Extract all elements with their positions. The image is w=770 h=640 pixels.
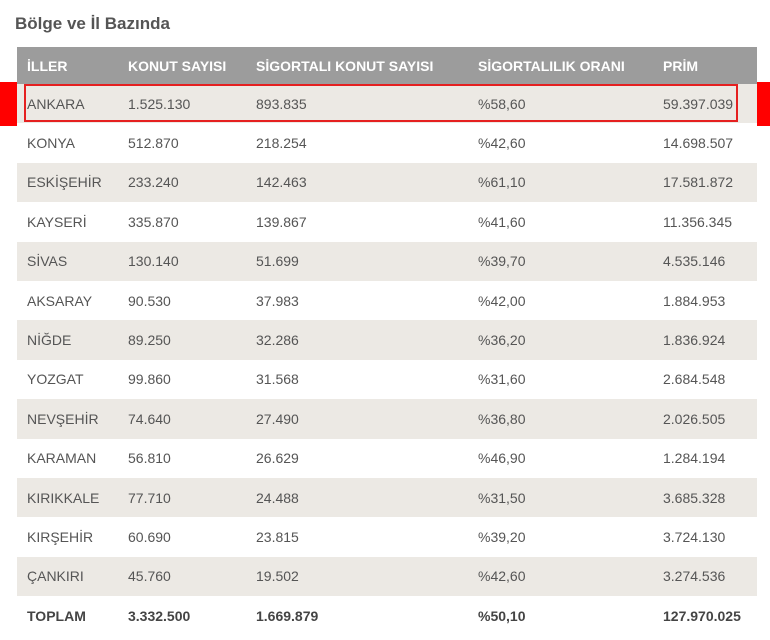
cell-insured-housing-count: 32.286 (256, 332, 299, 349)
table-row: KARAMAN 56.810 26.629 %46,90 1.284.194 (17, 438, 757, 478)
cell-province: KARAMAN (27, 450, 97, 467)
cell-premium: 2.684.548 (663, 371, 726, 388)
cell-province: AKSARAY (27, 292, 93, 309)
cell-insured-housing-count: 51.699 (256, 253, 299, 270)
table-row: ANKARA 1.525.130 893.835 %58,60 59.397.039 (17, 84, 757, 124)
cell-housing-count: 233.240 (128, 174, 179, 191)
total-insured-housing-count: 1.669.879 (256, 607, 319, 624)
cell-insurance-rate: %46,90 (478, 450, 526, 467)
table-row: ÇANKIRI 45.760 19.502 %42,60 3.274.536 (17, 556, 757, 597)
cell-housing-count: 90.530 (128, 292, 171, 309)
cell-province: KIRIKKALE (27, 489, 100, 506)
cell-province: KAYSERİ (27, 213, 87, 230)
table-header-row: İLLER KONUT SAYISI SİGORTALI KONUT SAYIS… (17, 47, 757, 84)
table-row: KAYSERİ 335.870 139.867 %41,60 11.356.345 (17, 202, 757, 242)
cell-premium: 11.356.345 (663, 213, 733, 230)
header-cell-provinces: İLLER (27, 57, 68, 74)
cell-insurance-rate: %42,00 (478, 292, 526, 309)
cell-province: SİVAS (27, 253, 68, 270)
province-table: İLLER KONUT SAYISI SİGORTALI KONUT SAYIS… (17, 47, 757, 636)
table-row: AKSARAY 90.530 37.983 %42,00 1.884.953 (17, 280, 757, 321)
cell-housing-count: 89.250 (128, 332, 171, 349)
cell-insurance-rate: %31,60 (478, 371, 526, 388)
total-label: TOPLAM (27, 607, 86, 624)
cell-insurance-rate: %42,60 (478, 135, 526, 152)
header-cell-insured-housing-count: SİGORTALI KONUT SAYISI (256, 57, 434, 74)
cell-province: KONYA (27, 135, 75, 152)
cell-housing-count: 99.860 (128, 371, 171, 388)
table-total-row: TOPLAM 3.332.500 1.669.879 %50,10 127.97… (17, 596, 757, 636)
total-insurance-rate: %50,10 (478, 607, 526, 624)
cell-premium: 1.284.194 (663, 450, 726, 467)
cell-housing-count: 1.525.130 (128, 95, 191, 112)
cell-housing-count: 335.870 (128, 213, 179, 230)
cell-insured-housing-count: 139.867 (256, 213, 307, 230)
header-cell-housing-count: KONUT SAYISI (128, 57, 227, 74)
cell-premium: 1.836.924 (663, 332, 726, 349)
table-row: NEVŞEHİR 74.640 27.490 %36,80 2.026.505 (17, 399, 757, 439)
cell-insured-housing-count: 23.815 (256, 528, 299, 545)
cell-housing-count: 130.140 (128, 253, 179, 270)
cell-province: NİĞDE (27, 332, 72, 349)
cell-housing-count: 77.710 (128, 489, 171, 506)
cell-premium: 3.274.536 (663, 568, 726, 585)
cell-insurance-rate: %39,20 (478, 528, 526, 545)
cell-premium: 14.698.507 (663, 135, 734, 152)
table-row: KIRIKKALE 77.710 24.488 %31,50 3.685.328 (17, 477, 757, 518)
cell-premium: 1.884.953 (663, 292, 726, 309)
cell-insurance-rate: %36,80 (478, 410, 526, 427)
total-premium: 127.970.025 (663, 607, 741, 624)
cell-province: KIRŞEHİR (27, 528, 94, 545)
cell-housing-count: 60.690 (128, 528, 171, 545)
cell-insurance-rate: %36,20 (478, 332, 526, 349)
cell-insurance-rate: %58,60 (478, 95, 526, 112)
cell-premium: 3.685.328 (663, 489, 726, 506)
cell-housing-count: 56.810 (128, 450, 171, 467)
cell-housing-count: 74.640 (128, 410, 171, 427)
cell-insured-housing-count: 27.490 (256, 410, 299, 427)
cell-premium: 3.724.130 (663, 528, 726, 545)
header-cell-insurance-rate: SİGORTALILIK ORANI (478, 57, 625, 74)
cell-insurance-rate: %61,10 (478, 174, 526, 191)
table-row: KONYA 512.870 218.254 %42,60 14.698.507 (17, 123, 757, 163)
cell-housing-count: 512.870 (128, 135, 179, 152)
cell-premium: 4.535.146 (663, 253, 726, 270)
cell-insurance-rate: %39,70 (478, 253, 526, 270)
table-row: YOZGAT 99.860 31.568 %31,60 2.684.548 (17, 359, 757, 400)
cell-insurance-rate: %31,50 (478, 489, 526, 506)
cell-province: ESKİŞEHİR (27, 174, 102, 191)
cell-premium: 17.581.872 (663, 174, 734, 191)
cell-housing-count: 45.760 (128, 568, 171, 585)
cell-premium: 2.026.505 (663, 410, 726, 427)
cell-province: ANKARA (27, 95, 85, 112)
table-row: KIRŞEHİR 60.690 23.815 %39,20 3.724.130 (17, 517, 757, 557)
cell-premium: 59.397.039 (663, 95, 734, 112)
header-cell-premium: PRİM (663, 57, 698, 74)
cell-province: NEVŞEHİR (27, 410, 99, 427)
total-housing-count: 3.332.500 (128, 607, 191, 624)
cell-insurance-rate: %41,60 (478, 213, 526, 230)
table-row: NİĞDE 89.250 32.286 %36,20 1.836.924 (17, 320, 757, 360)
cell-province: ÇANKIRI (27, 568, 84, 585)
cell-insurance-rate: %42,60 (478, 568, 526, 585)
section-title: Bölge ve İl Bazında (15, 14, 170, 33)
table-body: ANKARA 1.525.130 893.835 %58,60 59.397.039 KO… (17, 84, 757, 597)
cell-insured-housing-count: 142.463 (256, 174, 307, 191)
cell-insured-housing-count: 26.629 (256, 450, 299, 467)
cell-insured-housing-count: 37.983 (256, 292, 299, 309)
table-row: SİVAS 130.140 51.699 %39,70 4.535.146 (17, 241, 757, 281)
table-row: ESKİŞEHİR 233.240 142.463 %61,10 17.581.872 (17, 162, 757, 203)
cell-province: YOZGAT (27, 371, 84, 388)
cell-insured-housing-count: 218.254 (256, 135, 307, 152)
cell-insured-housing-count: 24.488 (256, 489, 299, 506)
cell-insured-housing-count: 31.568 (256, 371, 299, 388)
cell-insured-housing-count: 19.502 (256, 568, 299, 585)
cell-insured-housing-count: 893.835 (256, 95, 307, 112)
